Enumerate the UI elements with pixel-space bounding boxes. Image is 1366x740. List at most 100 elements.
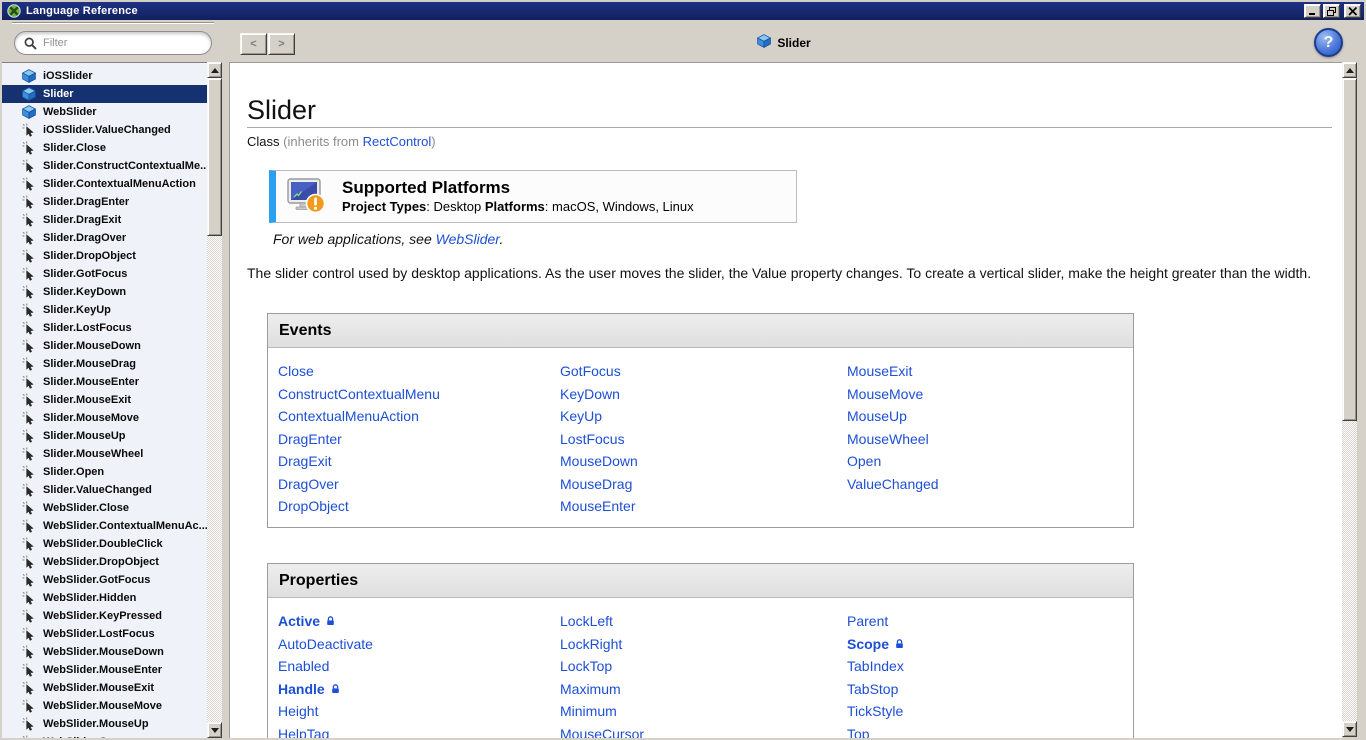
sidebar-item[interactable]: WebSlider.LostFocus [2,625,207,643]
web-note-pre: For web applications, see [273,231,436,247]
sidebar-item[interactable]: Slider.DragOver [2,229,207,247]
sidebar-item-label: Slider.MouseDown [43,340,141,352]
sidebar-item-label: Slider.ContextualMenuAction [43,178,196,190]
sidebar-item[interactable]: WebSlider.ContextualMenuAc... [2,517,207,535]
property-link[interactable]: Minimum [560,703,617,719]
property-link[interactable]: Enabled [278,658,329,674]
scroll-down-button[interactable] [1342,721,1357,737]
property-link[interactable]: AutoDeactivate [278,636,373,652]
sidebar-item[interactable]: Slider.ValueChanged [2,481,207,499]
property-link[interactable]: MouseCursor [560,726,644,738]
property-link[interactable]: TickStyle [847,703,903,719]
event-link[interactable]: MouseExit [847,363,912,379]
property-link[interactable]: LockRight [560,636,622,652]
sidebar-item[interactable]: Slider.MouseEnter [2,373,207,391]
event-link[interactable]: MouseDrag [560,476,632,492]
property-link[interactable]: TabIndex [847,658,904,674]
property-link[interactable]: Parent [847,613,888,629]
sidebar-item[interactable]: Slider.Open [2,463,207,481]
minimize-button[interactable] [1304,4,1321,18]
content-scrollbar[interactable] [1342,62,1357,737]
titlebar[interactable]: Language Reference [2,2,1364,20]
sidebar-item-label: Slider.Close [43,142,106,154]
property-link[interactable]: TabStop [847,681,898,697]
sidebar-item[interactable]: Slider.DragEnter [2,193,207,211]
event-cursor-icon [22,357,36,371]
scrollbar-thumb[interactable] [1342,78,1357,421]
event-link[interactable]: Close [278,363,314,379]
sidebar-item[interactable]: Slider.MouseWheel [2,445,207,463]
sidebar-item[interactable]: Slider.DropObject [2,247,207,265]
event-link[interactable]: ContextualMenuAction [278,408,419,424]
event-link[interactable]: MouseDown [560,453,638,469]
restore-button[interactable] [1323,4,1340,18]
sidebar-item[interactable]: WebSlider.DoubleClick [2,535,207,553]
sidebar-item[interactable]: iOSSlider [2,67,207,85]
event-link[interactable]: DragExit [278,453,332,469]
sidebar-item[interactable]: Slider.MouseDown [2,337,207,355]
property-link[interactable]: Scope [847,636,889,652]
event-link[interactable]: KeyDown [560,386,620,402]
property-link[interactable]: LockLeft [560,613,613,629]
sidebar-item[interactable]: WebSlider.MouseExit [2,679,207,697]
property-link[interactable]: LockTop [560,658,612,674]
close-button[interactable] [1344,4,1361,18]
sidebar-item[interactable]: Slider.ConstructContextualMe... [2,157,207,175]
scroll-down-button[interactable] [207,722,222,738]
sidebar-item[interactable]: WebSlider.Open [2,733,207,738]
sidebar-item[interactable]: Slider.MouseExit [2,391,207,409]
property-link[interactable]: Maximum [560,681,621,697]
sidebar-item[interactable]: WebSlider [2,103,207,121]
event-link[interactable]: DragEnter [278,431,342,447]
sidebar-item[interactable]: Slider.Close [2,139,207,157]
property-link[interactable]: Active [278,613,320,629]
sidebar-item[interactable]: WebSlider.MouseMove [2,697,207,715]
event-link[interactable]: DragOver [278,476,339,492]
event-link[interactable]: ValueChanged [847,476,939,492]
sidebar-item[interactable]: WebSlider.Hidden [2,589,207,607]
sidebar-item[interactable]: WebSlider.MouseUp [2,715,207,733]
event-link[interactable]: DropObject [278,498,349,514]
search-filter-input[interactable]: Filter [14,31,212,55]
sidebar-item[interactable]: Slider.MouseMove [2,409,207,427]
sidebar-item[interactable]: Slider.KeyUp [2,301,207,319]
event-link[interactable]: ConstructContextualMenu [278,386,440,402]
sidebar-item[interactable]: Slider.LostFocus [2,319,207,337]
property-link[interactable]: Top [847,726,870,738]
scrollbar-thumb[interactable] [207,78,222,236]
sidebar-item[interactable]: WebSlider.KeyPressed [2,607,207,625]
rectcontrol-link[interactable]: RectControl [363,134,432,149]
event-link[interactable]: MouseEnter [560,498,635,514]
sidebar-item[interactable]: WebSlider.DropObject [2,553,207,571]
property-link[interactable]: Height [278,703,318,719]
sidebar-scrollbar[interactable] [207,62,222,738]
event-link[interactable]: KeyUp [560,408,602,424]
event-link[interactable]: LostFocus [560,431,625,447]
sidebar-item[interactable]: Slider.MouseUp [2,427,207,445]
event-link[interactable]: GotFocus [560,363,621,379]
event-link[interactable]: MouseMove [847,386,923,402]
event-link[interactable]: Open [847,453,881,469]
sidebar-item[interactable]: Slider.GotFocus [2,265,207,283]
help-button[interactable]: ? [1314,28,1343,57]
property-link[interactable]: HelpTag [278,726,329,738]
scroll-up-button[interactable] [1342,62,1357,78]
sidebar-item[interactable]: iOSSlider.ValueChanged [2,121,207,139]
sidebar-item[interactable]: Slider.ContextualMenuAction [2,175,207,193]
sidebar-item[interactable]: WebSlider.Close [2,499,207,517]
sidebar-item[interactable]: WebSlider.MouseDown [2,643,207,661]
sidebar-item[interactable]: WebSlider.GotFocus [2,571,207,589]
sidebar-item-selected[interactable]: Slider [2,85,207,103]
sidebar-item[interactable]: Slider.KeyDown [2,283,207,301]
sidebar-item[interactable]: Slider.MouseDrag [2,355,207,373]
event-cell: MouseMove [847,383,939,406]
webslider-link[interactable]: WebSlider [436,231,500,247]
event-cell: Open [847,450,939,473]
event-link[interactable]: MouseUp [847,408,907,424]
scroll-up-button[interactable] [207,62,222,78]
sidebar-item[interactable]: WebSlider.MouseEnter [2,661,207,679]
event-cursor-icon [22,375,36,389]
event-link[interactable]: MouseWheel [847,431,929,447]
property-link[interactable]: Handle [278,681,325,697]
sidebar-item[interactable]: Slider.DragExit [2,211,207,229]
